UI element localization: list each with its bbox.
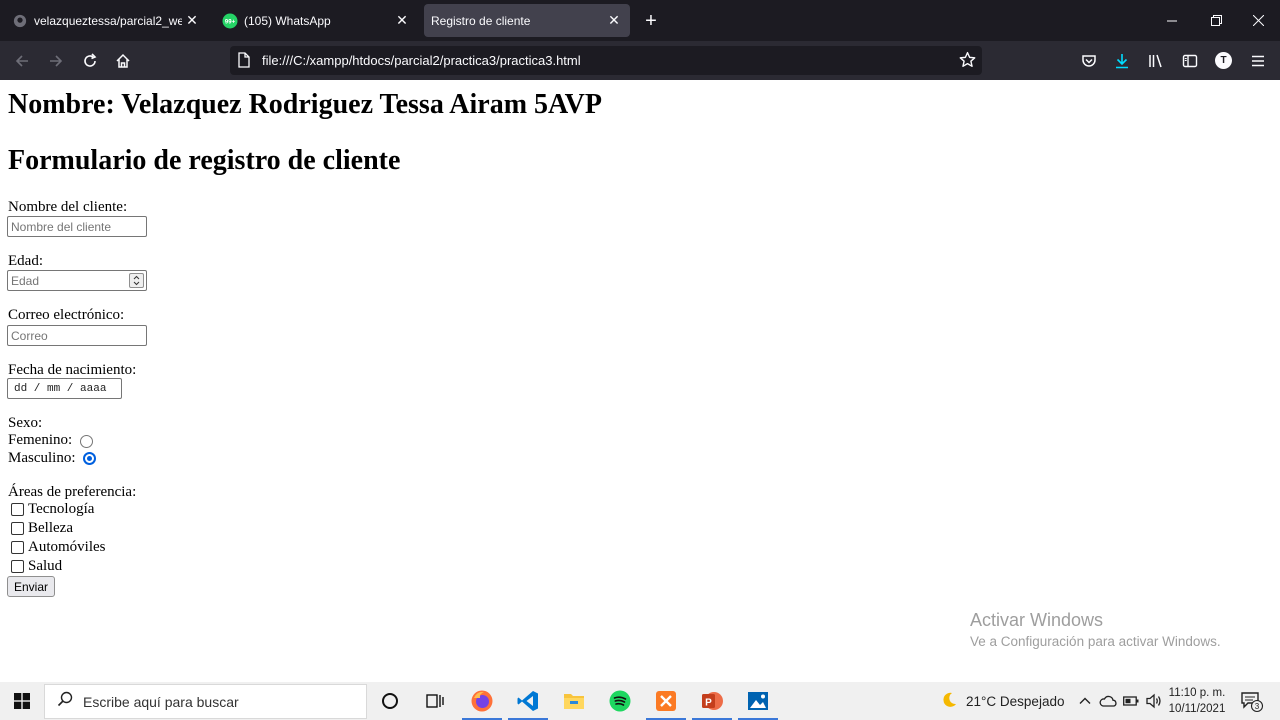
nombre-placeholder: Nombre del cliente xyxy=(11,219,112,234)
vscode-icon[interactable] xyxy=(505,682,551,720)
page-icon xyxy=(238,52,250,73)
svg-text:P: P xyxy=(705,698,712,709)
number-spinner-icon[interactable] xyxy=(129,273,144,288)
search-icon xyxy=(57,691,73,712)
battery-icon[interactable] xyxy=(1123,682,1139,720)
tecnologia-label: Tecnología xyxy=(28,501,95,517)
volume-icon[interactable] xyxy=(1145,682,1163,720)
whatsapp-badge: 99+ xyxy=(225,19,236,25)
chevron-up-icon xyxy=(1079,697,1091,704)
firefox-icon[interactable] xyxy=(459,682,505,720)
edad-input[interactable]: Edad xyxy=(7,270,147,291)
automoviles-checkbox[interactable] xyxy=(11,541,24,554)
tab-whatsapp[interactable]: 99+ (105) WhatsApp ✕ xyxy=(214,4,418,37)
salud-checkbox[interactable] xyxy=(11,560,24,573)
github-icon xyxy=(12,13,28,29)
weather-text: 21°C Despejado xyxy=(966,693,1065,709)
notification-center-icon[interactable]: 3 xyxy=(1240,682,1264,720)
page-content: Nombre: Velazquez Rodriguez Tessa Airam … xyxy=(0,80,1280,682)
fecha-placeholder: dd / mm / aaaa xyxy=(14,382,107,395)
form-title: Formulario de registro de cliente xyxy=(8,145,401,176)
tab-title: velazqueztessa/parcial2_web xyxy=(34,13,182,28)
photos-icon[interactable] xyxy=(735,682,781,720)
weather-widget[interactable]: 21°C Despejado xyxy=(940,682,1064,720)
clock-date: 10/11/2021 xyxy=(1168,703,1226,715)
search-placeholder: Escribe aquí para buscar xyxy=(83,693,239,710)
edad-label: Edad: xyxy=(8,253,43,269)
close-tab-icon[interactable]: ✕ xyxy=(392,11,412,31)
minimize-icon[interactable] xyxy=(1150,0,1194,41)
tab-title: (105) WhatsApp xyxy=(244,13,331,28)
account-avatar[interactable]: T xyxy=(1215,52,1232,69)
tecnologia-checkbox[interactable] xyxy=(11,503,24,516)
taskbar-search-box[interactable]: Escribe aquí para buscar xyxy=(44,684,367,719)
masculino-radio[interactable] xyxy=(83,452,96,465)
automoviles-label: Automóviles xyxy=(28,539,106,555)
tab-registro[interactable]: Registro de cliente ✕ xyxy=(424,4,630,37)
salud-label: Salud xyxy=(28,558,63,574)
belleza-checkbox[interactable] xyxy=(11,522,24,535)
student-name-heading: Nombre: Velazquez Rodriguez Tessa Airam … xyxy=(8,89,602,120)
masculino-label: Masculino: xyxy=(8,450,76,466)
fecha-input[interactable]: dd / mm / aaaa xyxy=(7,378,122,399)
show-hidden-icons[interactable] xyxy=(1078,682,1092,720)
sidebar-icon[interactable] xyxy=(1175,46,1205,76)
correo-input[interactable]: Correo xyxy=(7,325,147,346)
powerpoint-icon[interactable]: P xyxy=(689,682,735,720)
downloads-icon[interactable] xyxy=(1107,46,1137,76)
forward-icon[interactable] xyxy=(41,46,71,76)
windows-start-icon[interactable] xyxy=(0,682,44,720)
menu-icon[interactable] xyxy=(1243,46,1273,76)
library-icon[interactable] xyxy=(1141,46,1171,76)
enviar-button[interactable]: Enviar xyxy=(7,576,56,597)
belleza-label: Belleza xyxy=(28,520,73,536)
correo-label: Correo electrónico: xyxy=(8,307,125,323)
tab-github[interactable]: velazqueztessa/parcial2_web ✕ xyxy=(4,4,208,37)
home-icon[interactable] xyxy=(108,46,138,76)
new-tab-button[interactable]: + xyxy=(638,8,664,34)
back-icon[interactable] xyxy=(7,46,37,76)
task-view-icon[interactable] xyxy=(412,682,458,720)
bookmark-star-icon[interactable] xyxy=(959,51,976,73)
tab-bar: velazqueztessa/parcial2_web ✕ 99+ (105) … xyxy=(0,0,1280,41)
fecha-label: Fecha de nacimiento: xyxy=(8,362,137,378)
activation-watermark-subtitle: Ve a Configuración para activar Windows. xyxy=(970,634,1221,649)
clock-time: 11:10 p. m. xyxy=(1168,687,1226,699)
close-window-icon[interactable] xyxy=(1236,0,1280,41)
spotify-icon[interactable] xyxy=(597,682,643,720)
pocket-icon[interactable] xyxy=(1074,46,1104,76)
restore-icon[interactable] xyxy=(1194,0,1238,41)
navigation-bar: file:///C:/xampp/htdocs/parcial2/practic… xyxy=(0,41,1280,80)
file-explorer-icon[interactable] xyxy=(551,682,597,720)
xampp-icon[interactable] xyxy=(643,682,689,720)
nombre-label: Nombre del cliente: xyxy=(8,199,128,215)
whatsapp-icon: 99+ xyxy=(222,13,238,29)
correo-placeholder: Correo xyxy=(11,328,48,343)
areas-label: Áreas de preferencia: xyxy=(8,484,137,500)
femenino-radio[interactable] xyxy=(80,435,93,448)
cortana-icon[interactable] xyxy=(367,682,413,720)
onedrive-icon[interactable] xyxy=(1099,682,1117,720)
taskbar: Escribe aquí para buscar P 21°C Despejad… xyxy=(0,682,1280,720)
taskbar-clock[interactable]: 11:10 p. m. 10/11/2021 xyxy=(1166,685,1228,717)
edad-placeholder: Edad xyxy=(11,273,40,288)
url-bar[interactable]: file:///C:/xampp/htdocs/parcial2/practic… xyxy=(230,46,982,75)
femenino-label: Femenino: xyxy=(8,432,73,448)
reload-icon[interactable] xyxy=(75,46,105,76)
nombre-input[interactable]: Nombre del cliente xyxy=(7,216,147,237)
activation-watermark-title: Activar Windows xyxy=(970,610,1104,630)
sexo-label: Sexo: xyxy=(8,415,43,431)
notification-count: 3 xyxy=(1255,702,1260,711)
close-tab-icon[interactable]: ✕ xyxy=(182,11,202,31)
url-text: file:///C:/xampp/htdocs/parcial2/practic… xyxy=(262,53,581,68)
tab-title: Registro de cliente xyxy=(431,13,531,28)
close-tab-icon[interactable]: ✕ xyxy=(604,11,624,31)
moon-icon xyxy=(940,691,958,712)
